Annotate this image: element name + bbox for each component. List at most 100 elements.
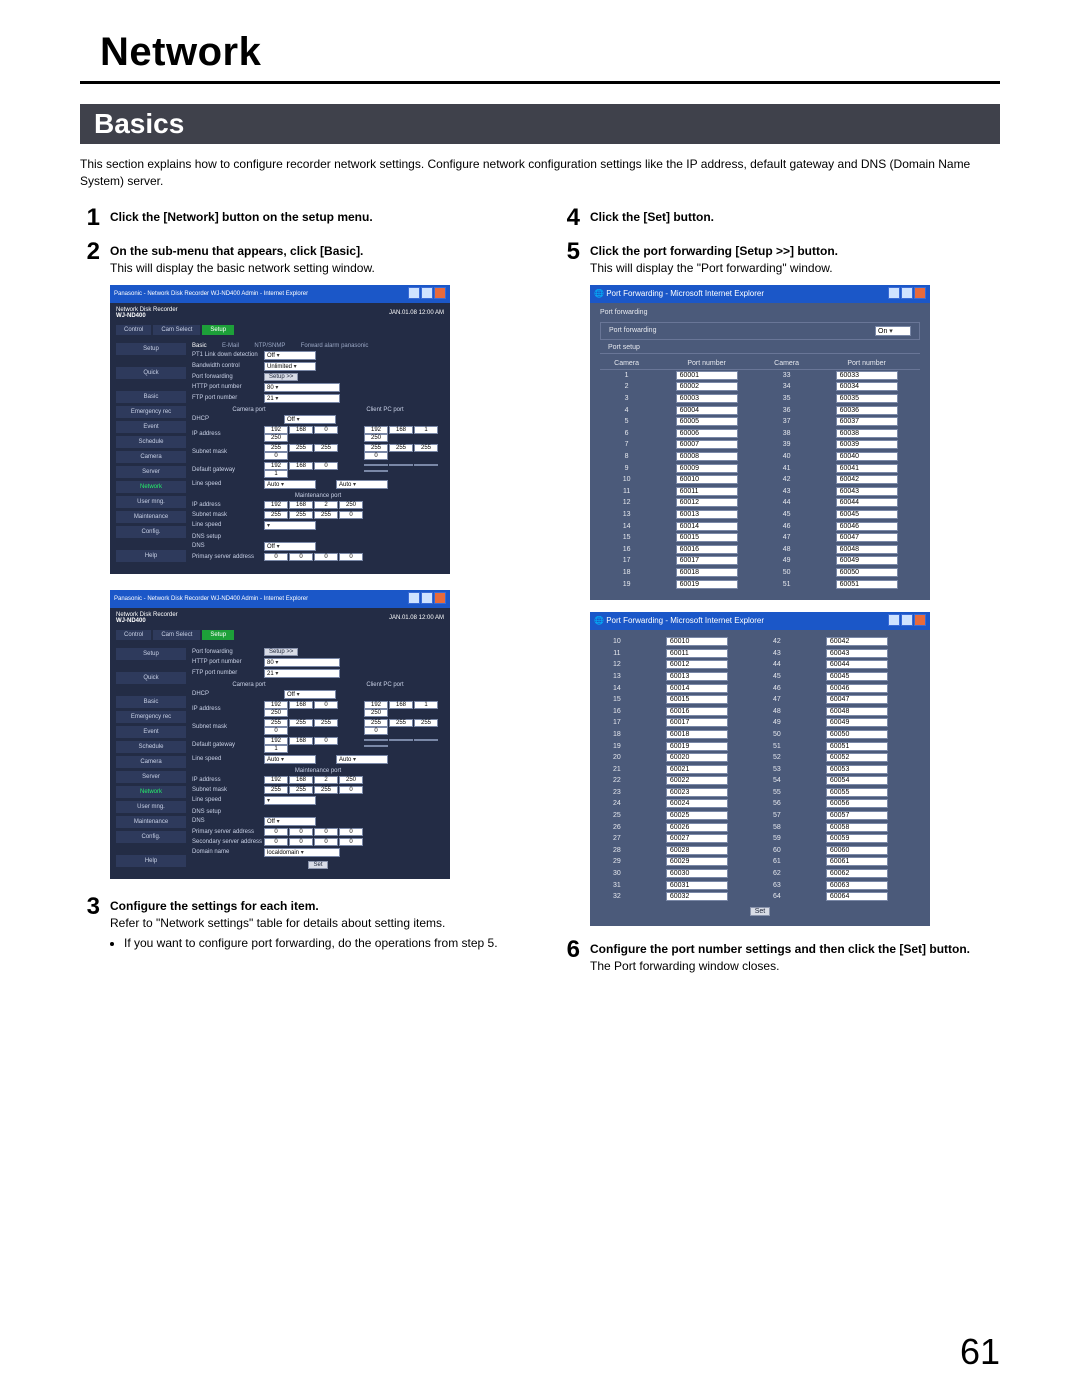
text-field[interactable]: 80	[264, 658, 340, 667]
port-field[interactable]: 60034	[836, 382, 898, 391]
ip-octet-field[interactable]: 0	[364, 452, 388, 460]
port-field[interactable]: 60017	[676, 556, 738, 565]
ip-octet-field[interactable]: 255	[389, 444, 413, 452]
port-field[interactable]: 60064	[826, 892, 888, 901]
ip-octet-field[interactable]: 168	[289, 462, 313, 470]
dropdown[interactable]: Auto	[336, 480, 388, 489]
ip-octet-field[interactable]: 255	[289, 786, 313, 794]
dropdown[interactable]: Auto	[264, 755, 316, 764]
maximize-icon[interactable]	[421, 287, 433, 299]
port-field[interactable]: 60032	[666, 892, 728, 901]
sidebar-item-quick[interactable]: Quick	[116, 367, 186, 379]
sidebar-item-network[interactable]: Network	[116, 481, 186, 493]
port-field[interactable]: 60014	[666, 684, 728, 693]
sidebar-item-maintenance[interactable]: Maintenance	[116, 511, 186, 523]
port-field[interactable]: 60028	[666, 846, 728, 855]
ip-octet-field[interactable]: 168	[289, 701, 313, 709]
port-field[interactable]: 60051	[826, 742, 888, 751]
ip-octet-field[interactable]: 250	[339, 776, 363, 784]
setup-button[interactable]: Setup >>	[264, 648, 298, 656]
sidebar-item-server[interactable]: Server	[116, 771, 186, 783]
port-field[interactable]: 60059	[826, 834, 888, 843]
ip-octet-field[interactable]: 0	[289, 838, 313, 846]
ip-octet-field[interactable]	[414, 464, 438, 466]
sidebar-item-maintenance[interactable]: Maintenance	[116, 816, 186, 828]
dropdown[interactable]: Unlimited	[264, 362, 316, 371]
port-field[interactable]: 60062	[826, 869, 888, 878]
port-field[interactable]: 60023	[666, 788, 728, 797]
port-field[interactable]: 60006	[676, 429, 738, 438]
port-field[interactable]: 60044	[826, 660, 888, 669]
dropdown[interactable]: Off	[264, 542, 316, 551]
subtab-e-mail[interactable]: E-Mail	[222, 343, 239, 349]
port-forwarding-toggle[interactable]: On	[875, 326, 911, 336]
sidebar-item-config-[interactable]: Config.	[116, 831, 186, 843]
ip-octet-field[interactable]: 255	[314, 786, 338, 794]
ip-octet-field[interactable]: 255	[264, 719, 288, 727]
set-button[interactable]: Set	[308, 861, 327, 869]
port-field[interactable]: 60011	[666, 649, 728, 658]
setup-button[interactable]: Setup >>	[264, 373, 298, 381]
port-field[interactable]: 60031	[666, 881, 728, 890]
sidebar-item-emergency-rec[interactable]: Emergency rec	[116, 711, 186, 723]
port-field[interactable]: 60016	[666, 707, 728, 716]
ip-octet-field[interactable]: 0	[264, 828, 288, 836]
port-field[interactable]: 60013	[666, 672, 728, 681]
sidebar-item-schedule[interactable]: Schedule	[116, 436, 186, 448]
port-field[interactable]: 60025	[666, 811, 728, 820]
port-field[interactable]: 60041	[836, 464, 898, 473]
ip-octet-field[interactable]: 0	[314, 838, 338, 846]
port-field[interactable]: 60054	[826, 776, 888, 785]
ip-octet-field[interactable]: 255	[364, 719, 388, 727]
window-titlebar[interactable]: 🌐 Port Forwarding - Microsoft Internet E…	[590, 612, 930, 630]
ip-octet-field[interactable]: 168	[289, 426, 313, 434]
sidebar-item-schedule[interactable]: Schedule	[116, 741, 186, 753]
port-field[interactable]: 60040	[836, 452, 898, 461]
ip-octet-field[interactable]: 0	[264, 553, 288, 561]
ip-octet-field[interactable]: 255	[414, 719, 438, 727]
ip-octet-field[interactable]: 2	[314, 501, 338, 509]
ip-octet-field[interactable]: 168	[389, 426, 413, 434]
dropdown[interactable]	[264, 796, 316, 805]
port-field[interactable]: 60019	[676, 580, 738, 589]
dropdown[interactable]	[264, 521, 316, 530]
text-field[interactable]: 21	[264, 394, 340, 403]
port-field[interactable]: 60010	[666, 637, 728, 646]
port-field[interactable]: 60018	[666, 730, 728, 739]
port-field[interactable]: 60021	[666, 765, 728, 774]
text-field[interactable]: localdomain	[264, 848, 340, 857]
ip-octet-field[interactable]: 192	[364, 701, 388, 709]
ip-octet-field[interactable]	[364, 739, 388, 741]
sidebar-item-camera[interactable]: Camera	[116, 756, 186, 768]
minimize-icon[interactable]	[408, 592, 420, 604]
port-field[interactable]: 60005	[676, 417, 738, 426]
port-field[interactable]: 60048	[836, 545, 898, 554]
ip-octet-field[interactable]: 250	[364, 434, 388, 442]
sidebar-item-config-[interactable]: Config.	[116, 526, 186, 538]
sidebar-item-basic[interactable]: Basic	[116, 391, 186, 403]
ip-octet-field[interactable]: 0	[289, 553, 313, 561]
dropdown[interactable]: Off	[264, 351, 316, 360]
window-titlebar[interactable]: Panasonic - Network Disk Recorder WJ-ND4…	[110, 590, 450, 608]
ip-octet-field[interactable]: 250	[264, 434, 288, 442]
ip-octet-field[interactable]: 1	[264, 470, 288, 478]
ip-octet-field[interactable]: 0	[339, 828, 363, 836]
ip-octet-field[interactable]: 0	[339, 553, 363, 561]
port-field[interactable]: 60043	[826, 649, 888, 658]
port-field[interactable]: 60030	[666, 869, 728, 878]
ip-octet-field[interactable]: 192	[364, 426, 388, 434]
dropdown[interactable]: Auto	[264, 480, 316, 489]
port-field[interactable]: 60063	[826, 881, 888, 890]
ip-octet-field[interactable]: 255	[314, 444, 338, 452]
port-field[interactable]: 60045	[826, 672, 888, 681]
ip-octet-field[interactable]: 255	[314, 719, 338, 727]
maximize-icon[interactable]	[901, 614, 913, 626]
sidebar-item-setup[interactable]: Setup	[116, 343, 186, 355]
ip-octet-field[interactable]	[389, 739, 413, 741]
close-icon[interactable]	[434, 592, 446, 604]
port-field[interactable]: 60007	[676, 440, 738, 449]
port-field[interactable]: 60004	[676, 406, 738, 415]
set-button[interactable]: Set	[750, 907, 771, 916]
sidebar-item-user-mng-[interactable]: User mng.	[116, 801, 186, 813]
port-field[interactable]: 60017	[666, 718, 728, 727]
